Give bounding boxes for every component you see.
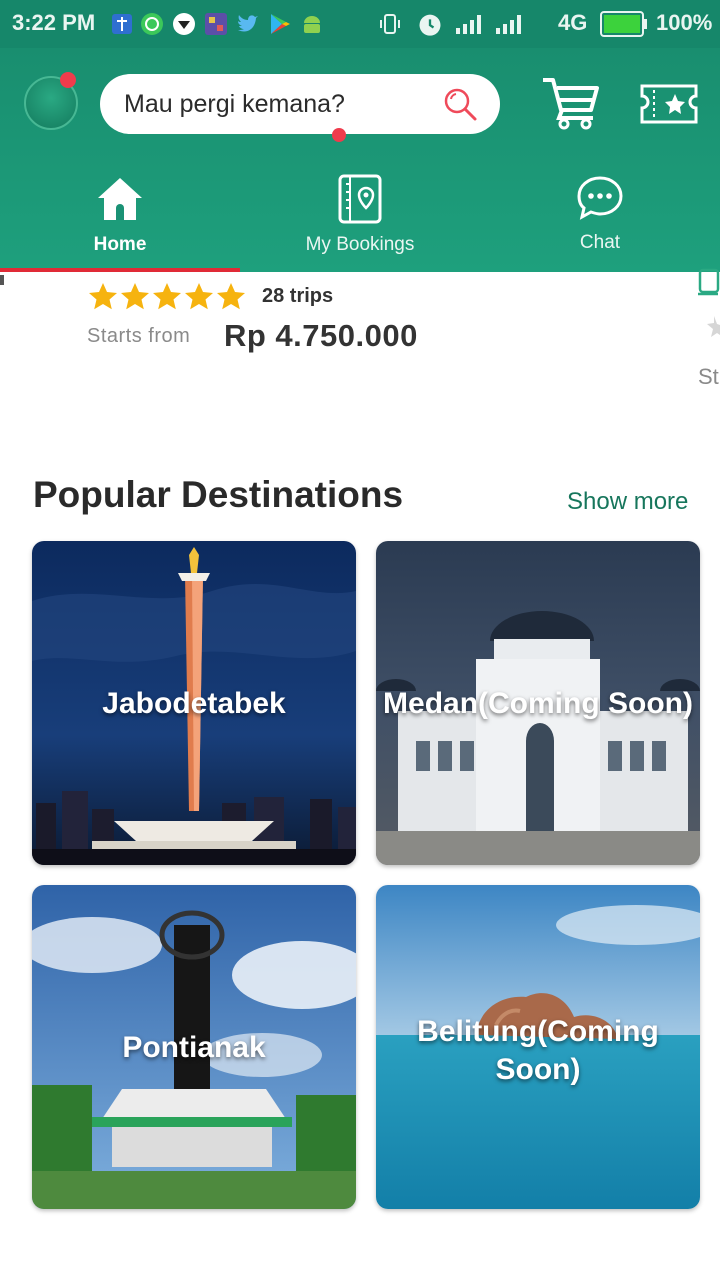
chat-icon	[577, 176, 623, 220]
play-store-icon	[271, 14, 290, 34]
show-more-link[interactable]: Show more	[567, 488, 688, 516]
destination-card-belitung[interactable]: Belitung(Coming Soon)	[376, 885, 700, 1209]
next-card-icon	[698, 268, 720, 296]
section-title: Popular Destinations	[33, 474, 404, 515]
cart-icon[interactable]	[540, 74, 600, 130]
whatsapp-icon	[141, 13, 163, 35]
rating-stars	[88, 282, 248, 315]
trip-count: 28 trips	[262, 285, 334, 307]
signal-icon	[456, 15, 481, 34]
star-icon	[217, 283, 245, 310]
search-bar[interactable]: Mau pergi kemana?	[100, 74, 500, 134]
search-icon[interactable]	[442, 86, 478, 122]
bookings-icon	[338, 174, 382, 224]
android-icon	[304, 16, 320, 33]
app-header: Mau pergi kemana? Home My Bookings Chat	[0, 48, 720, 272]
battery-level: 100%	[656, 10, 713, 35]
tab-home[interactable]: Home	[0, 168, 240, 272]
game-icon	[205, 13, 227, 35]
tab-chat[interactable]: Chat	[480, 168, 720, 272]
star-icon	[153, 283, 181, 310]
destination-card-medan[interactable]: Medan(Coming Soon)	[376, 541, 700, 865]
status-bar: 3:22 PM 4G 100%	[0, 0, 720, 48]
destination-name: Medan(Coming Soon)	[383, 687, 693, 720]
alarm-icon	[419, 14, 441, 36]
status-time: 3:22 PM	[12, 10, 96, 35]
star-icon	[89, 283, 117, 310]
ticket-icon[interactable]	[640, 84, 698, 124]
destination-name: Belitung(Coming Soon)	[417, 1015, 659, 1086]
destination-name: Pontianak	[122, 1031, 266, 1064]
bookings-notification-dot	[332, 128, 346, 142]
star-icon	[121, 283, 149, 310]
destination-name: Jabodetabek	[102, 687, 286, 720]
active-tab-indicator	[0, 268, 240, 272]
twitter-icon	[238, 15, 258, 32]
search-input[interactable]: Mau pergi kemana?	[124, 90, 345, 119]
signal-icon	[496, 15, 521, 34]
destination-card-pontianak[interactable]: Pontianak	[32, 885, 356, 1209]
tab-chat-label: Chat	[579, 232, 621, 253]
notification-dot	[60, 72, 76, 88]
star-icon	[185, 283, 213, 310]
starts-from-label: Starts from	[87, 325, 191, 347]
tab-home-label: Home	[93, 234, 147, 255]
tab-my-bookings-label: My Bookings	[305, 234, 415, 255]
battery-icon	[600, 11, 647, 37]
destination-card-jabodetabek[interactable]: Jabodetabek	[32, 541, 356, 865]
home-icon	[98, 178, 142, 220]
next-card-text: St	[698, 364, 719, 389]
vibrate-icon	[380, 14, 400, 34]
previous-card-edge	[0, 275, 4, 285]
next-card-star-icon	[707, 316, 720, 337]
tab-my-bookings[interactable]: My Bookings	[240, 168, 480, 272]
shield-icon	[112, 14, 132, 34]
network-type: 4G	[558, 10, 588, 35]
trip-price: Rp 4.750.000	[224, 318, 418, 353]
vpn-icon	[173, 13, 195, 35]
